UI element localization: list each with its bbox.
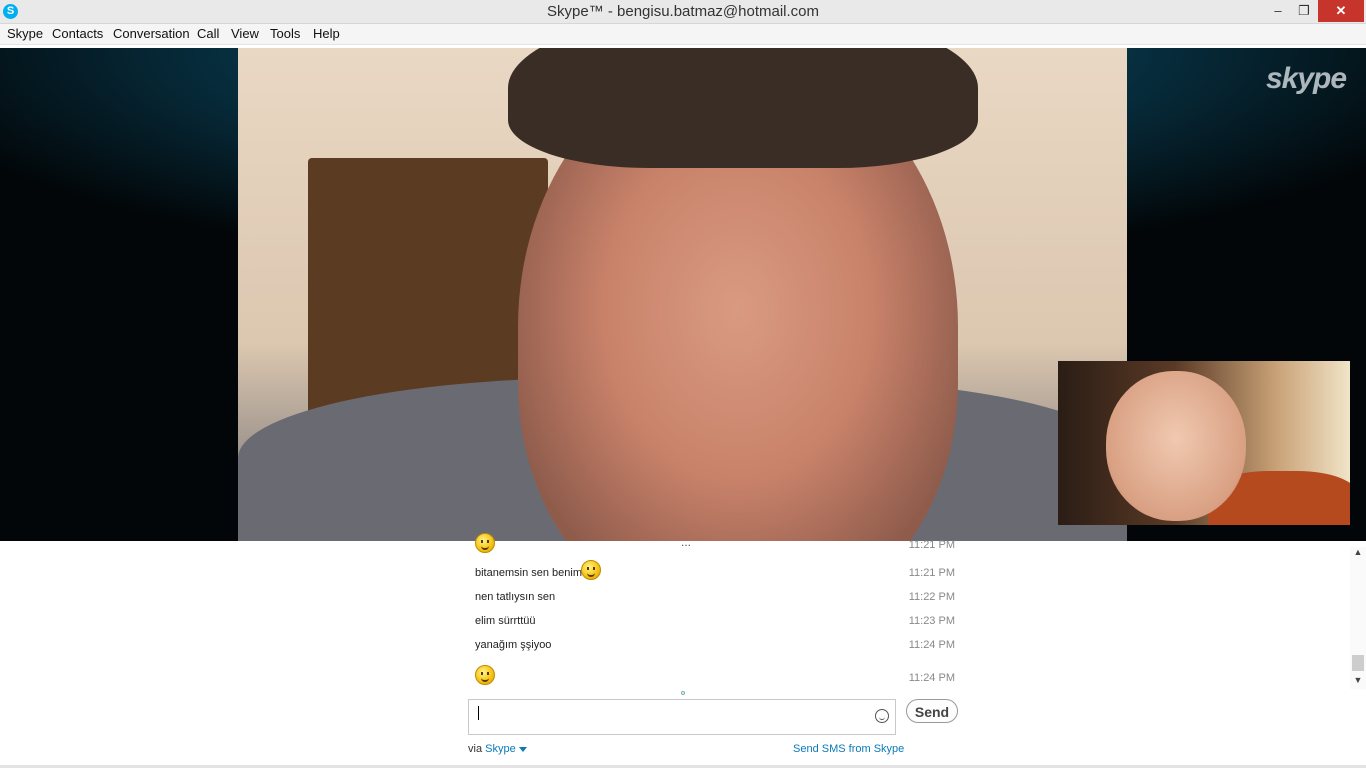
emoticon-picker-icon[interactable] [875,709,889,723]
chat-message: yanağım şşiyoo 11:24 PM [475,635,955,657]
message-time: 11:21 PM [908,539,955,551]
chat-message: 11:24 PM [475,665,955,690]
chat-message: nen tatlıysın sen 11:22 PM [475,587,955,609]
send-button[interactable]: Send [906,699,958,723]
remote-person-hair [508,48,978,168]
window-title: Skype™ - bengisu.batmaz@hotmail.com [546,3,819,20]
chevron-down-icon [518,746,527,752]
minimize-button[interactable]: – [1264,0,1292,22]
menu-view[interactable]: View [231,26,259,41]
chat-panel: ... 11:21 PM bitanemsin sen benim 11:21 … [0,533,1366,768]
chat-message: bitanemsin sen benim 11:21 PM [475,560,955,585]
message-time: 11:22 PM [908,591,955,603]
chat-message: 11:21 PM [475,533,955,557]
menu-help[interactable]: Help [313,26,340,41]
message-time: 11:21 PM [908,567,955,579]
chat-scrollbar[interactable]: ▲ ▼ [1350,547,1366,689]
via-skype-dropdown[interactable]: Skype [485,743,527,755]
via-skype-label: Skype [485,743,516,755]
video-call-area[interactable]: skype [0,48,1366,541]
scrollbar-thumb[interactable] [1352,655,1364,671]
via-selector: via Skype [468,743,527,755]
message-time: 11:23 PM [908,615,955,627]
via-label: via [468,743,483,755]
skype-watermark-logo: skype [1266,62,1347,95]
menu-call[interactable]: Call [197,26,219,41]
message-time: 11:24 PM [908,672,955,684]
self-video-preview[interactable] [1058,361,1350,525]
message-text: nen tatlıysın sen [475,591,556,603]
chat-message: elim sürrttüü 11:23 PM [475,611,955,633]
message-text: yanağım şşiyoo [475,639,552,651]
restore-button[interactable]: ❐ [1290,0,1318,22]
menu-bar: Skype Contacts Conversation Call View To… [0,24,1366,45]
message-text: elim sürrttüü [475,615,536,627]
scroll-up-arrow-icon[interactable]: ▲ [1350,547,1366,561]
send-sms-link[interactable]: Send SMS from Skype [793,743,904,755]
smile-emoticon-icon [475,533,495,553]
scroll-down-arrow-icon[interactable]: ▼ [1350,675,1366,689]
self-person-face [1106,371,1246,521]
menu-tools[interactable]: Tools [270,26,300,41]
menu-skype[interactable]: Skype [7,26,43,41]
smile-emoticon-icon [581,560,601,580]
menu-contacts[interactable]: Contacts [52,26,103,41]
typing-indicator [681,691,685,695]
remote-video[interactable] [238,48,1127,541]
close-button[interactable]: ✕ [1318,0,1364,22]
smile-emoticon-icon [475,665,495,685]
text-caret [478,706,479,720]
message-text: bitanemsin sen benim [475,567,583,579]
message-input[interactable] [468,699,896,735]
message-time: 11:24 PM [908,639,955,651]
menu-conversation[interactable]: Conversation [113,26,190,41]
title-bar: S Skype™ - bengisu.batmaz@hotmail.com – … [0,0,1366,24]
